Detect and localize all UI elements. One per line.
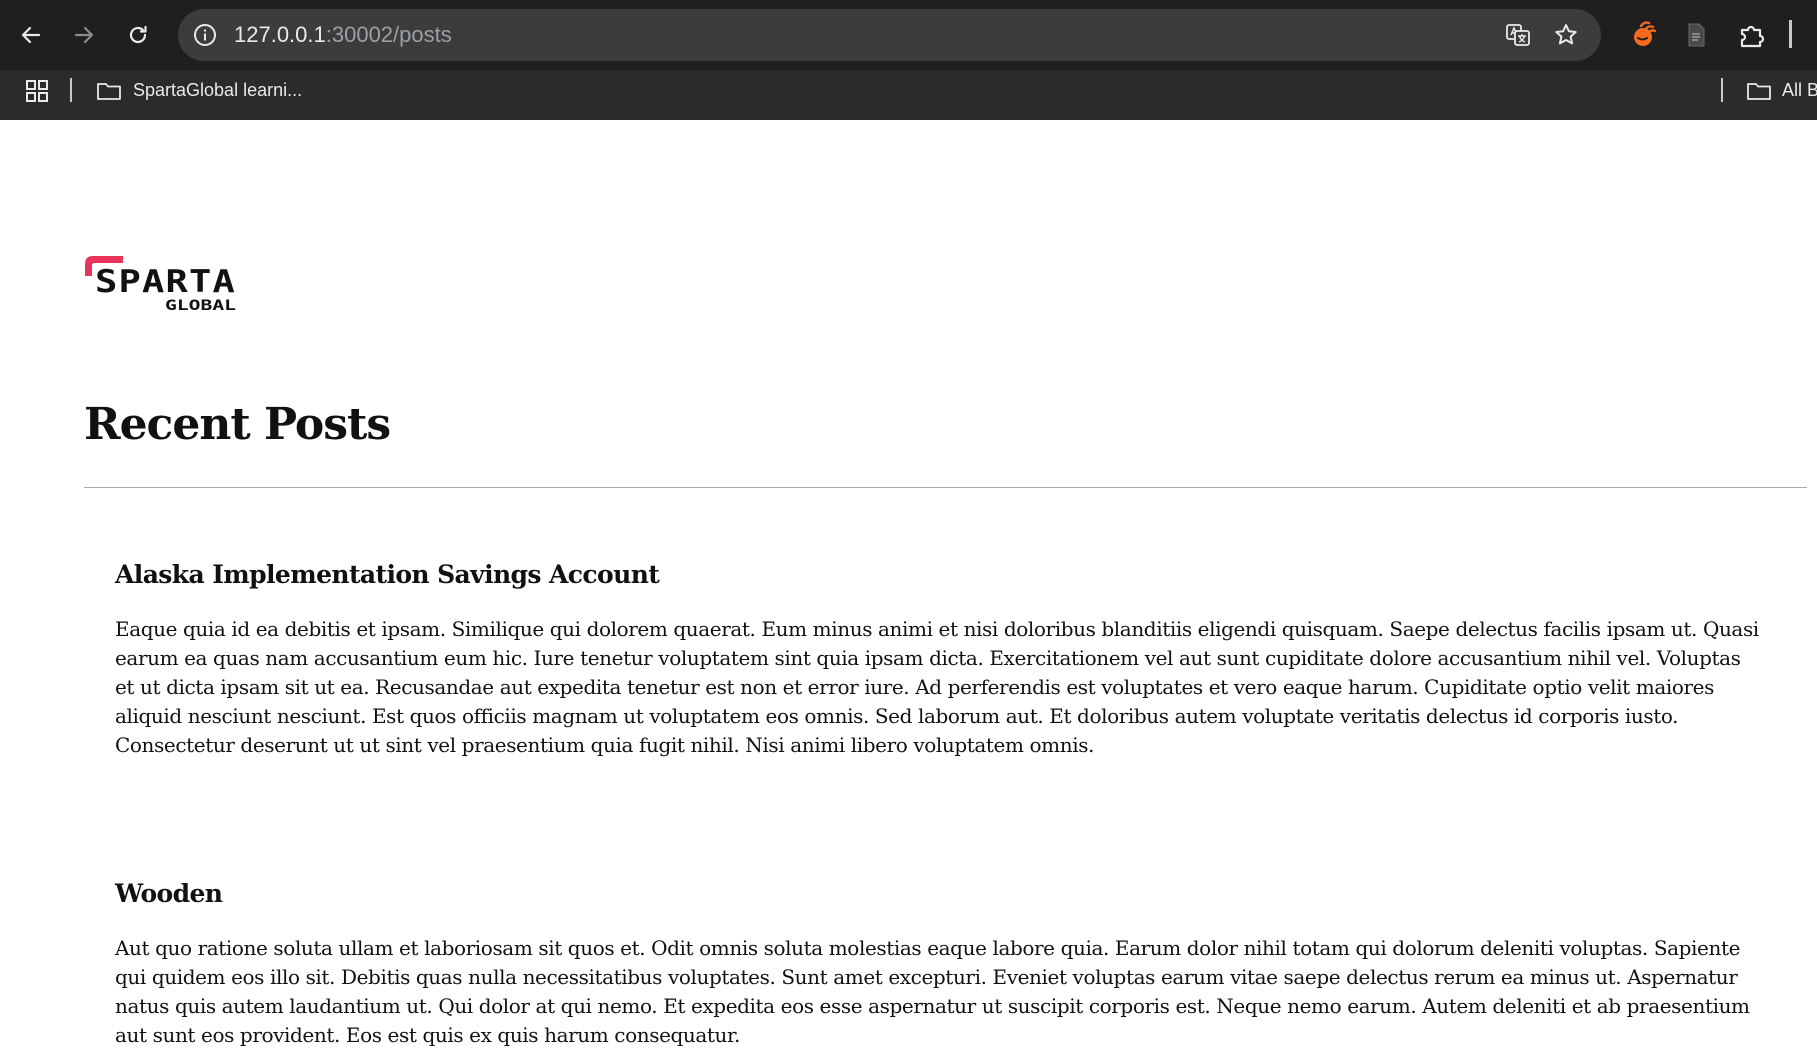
- refresh-icon: [129, 25, 147, 44]
- document-icon[interactable]: [1681, 20, 1711, 50]
- url-host: 127.0.0.1: [234, 22, 326, 47]
- post-card: Alaska Implementation Savings Account Ea…: [115, 557, 1760, 760]
- back-button[interactable]: [11, 15, 51, 55]
- bookmarks-separator: [70, 78, 72, 102]
- url-path: :30002/posts: [325, 22, 452, 47]
- sparta-global-logo: SPARTA GLOBAL: [85, 256, 236, 312]
- bookmarks-separator: [1721, 78, 1723, 102]
- toolbar-divider: [1789, 20, 1792, 48]
- post-card: Wooden Aut quo ratione soluta ullam et l…: [115, 876, 1760, 1050]
- logo-word: SPARTA: [95, 264, 236, 300]
- arrow-right-icon: [74, 26, 94, 44]
- url-text[interactable]: 127.0.0.1:30002/posts: [234, 21, 452, 49]
- browser-chrome: 127.0.0.1:30002/posts SpartaGlobal learn…: [0, 0, 1817, 120]
- star-outline-icon[interactable]: [1552, 21, 1580, 49]
- logo-subword: GLOBAL: [165, 298, 236, 312]
- title-divider: [84, 487, 1807, 488]
- post-title: Wooden: [115, 879, 223, 908]
- post-body: Aut quo ratione soluta ullam et laborios…: [115, 936, 1750, 1047]
- folder-outline-icon[interactable]: [96, 81, 122, 101]
- post-title: Alaska Implementation Savings Account: [115, 560, 660, 589]
- bookmark-folder-spartaglobal[interactable]: SpartaGlobal learni...: [133, 78, 302, 102]
- arrow-left-icon: [21, 26, 41, 44]
- bookmark-folder-all-bookmarks[interactable]: All B: [1782, 78, 1817, 102]
- grid-icon[interactable]: [25, 79, 49, 103]
- forward-button[interactable]: [64, 15, 104, 55]
- folder-outline-icon[interactable]: [1746, 81, 1772, 101]
- browser-toolbar: 127.0.0.1:30002/posts: [0, 0, 1817, 70]
- page-title: Recent Posts: [84, 399, 391, 450]
- orange-swirl-icon[interactable]: [1629, 20, 1659, 50]
- info-circle-icon[interactable]: [192, 22, 218, 48]
- translate-icon[interactable]: [1504, 21, 1532, 49]
- puzzle-piece-icon[interactable]: [1737, 20, 1767, 50]
- post-body: Eaque quia id ea debitis et ipsam. Simil…: [115, 617, 1759, 757]
- address-bar[interactable]: 127.0.0.1:30002/posts: [178, 9, 1601, 61]
- reload-button[interactable]: [118, 15, 158, 55]
